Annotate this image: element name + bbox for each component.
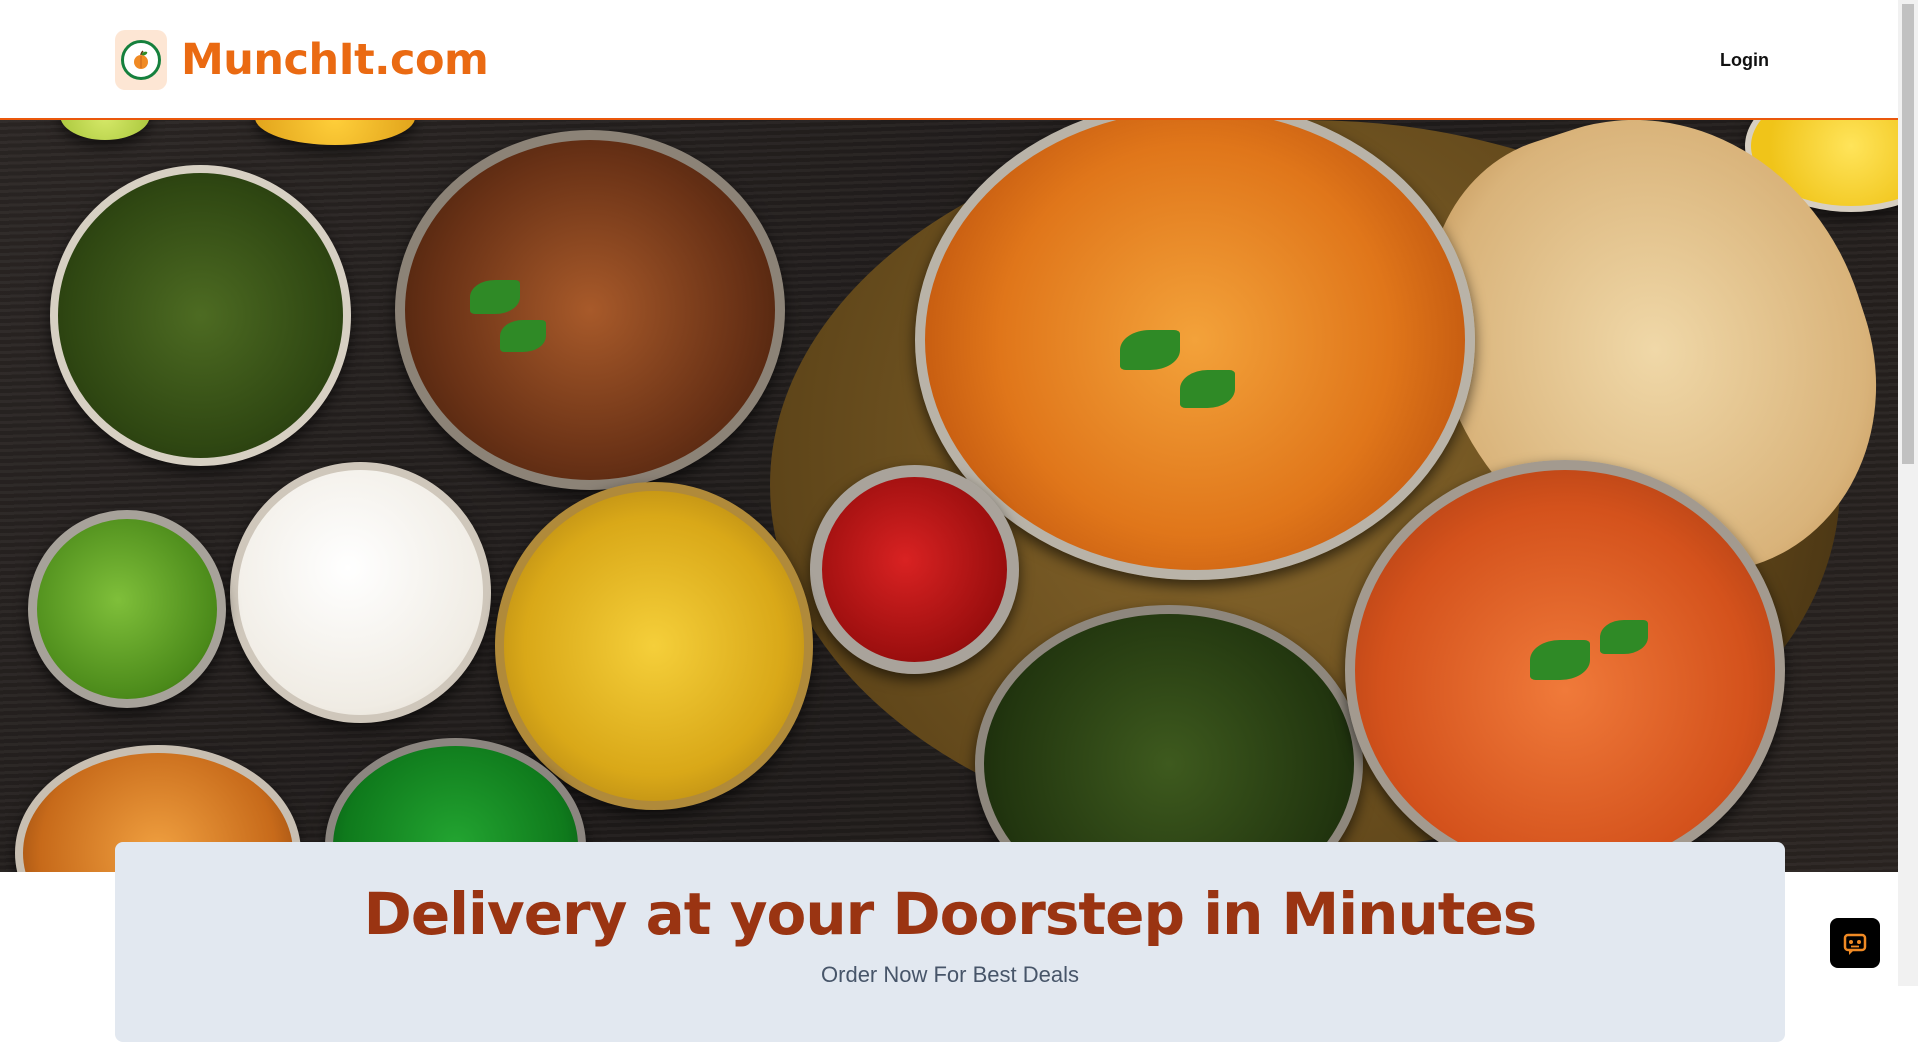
ketchup-bowl — [810, 465, 1019, 674]
peach-fruit-icon — [121, 40, 161, 80]
hero-food-image — [0, 120, 1898, 872]
lime-slice — [60, 120, 150, 140]
cilantro-garnish — [500, 320, 546, 352]
promo-headline: Delivery at your Doorstep in Minutes — [363, 880, 1538, 948]
cilantro-garnish — [1530, 640, 1590, 680]
cilantro-garnish — [470, 280, 520, 314]
vertical-scrollbar[interactable] — [1898, 0, 1918, 986]
raita-bowl — [230, 462, 491, 723]
cilantro-garnish — [1180, 370, 1235, 408]
promo-subheadline: Order Now For Best Deals — [821, 962, 1079, 987]
saag-bowl — [50, 165, 351, 466]
tandoori-chicken-bowl — [395, 130, 785, 490]
aloo-jeera-bowl — [495, 482, 813, 810]
site-header: MunchIt.com Login — [0, 0, 1898, 120]
mint-chutney-bowl — [28, 510, 226, 708]
cilantro-garnish — [1600, 620, 1648, 654]
chatbot-icon — [1843, 933, 1867, 955]
login-button[interactable]: Login — [1720, 50, 1769, 71]
brand-name: MunchIt.com — [181, 35, 489, 85]
cilantro-garnish — [1120, 330, 1180, 370]
promo-card: Delivery at your Doorstep in Minutes Ord… — [115, 842, 1785, 1042]
scrollbar-thumb[interactable] — [1902, 4, 1914, 464]
yellow-dish-bowl — [255, 120, 415, 145]
logo-badge — [115, 30, 167, 90]
chatbot-button[interactable] — [1830, 918, 1880, 968]
brand-logo-link[interactable]: MunchIt.com — [115, 30, 489, 90]
